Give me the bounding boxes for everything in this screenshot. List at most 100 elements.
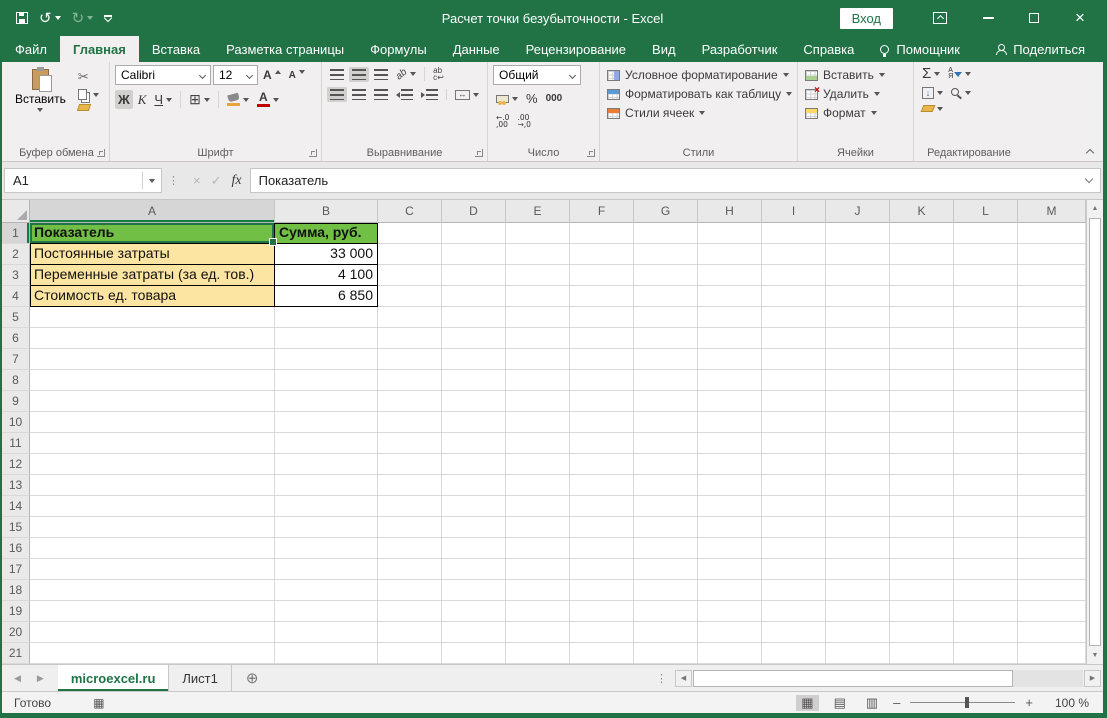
cell-J1[interactable]: [826, 223, 890, 244]
cell-I12[interactable]: [762, 454, 826, 475]
cell-B8[interactable]: [275, 370, 378, 391]
tab-bar-splitter[interactable]: ⋮: [656, 672, 667, 685]
clipboard-dialog-launcher[interactable]: [97, 149, 105, 157]
borders-button[interactable]: ⊞: [186, 89, 213, 110]
cell-B1[interactable]: Сумма, руб.: [275, 223, 378, 244]
macro-record-icon[interactable]: ▦: [93, 696, 104, 710]
cell-H2[interactable]: [698, 244, 762, 265]
cell-I4[interactable]: [762, 286, 826, 307]
cell-L4[interactable]: [954, 286, 1018, 307]
cell-E11[interactable]: [506, 433, 570, 454]
cell-B11[interactable]: [275, 433, 378, 454]
cell-H13[interactable]: [698, 475, 762, 496]
tab-formulas[interactable]: Формулы: [357, 36, 440, 62]
customize-qat-button[interactable]: [103, 13, 113, 22]
column-header-L[interactable]: L: [954, 200, 1018, 223]
row-header-4[interactable]: 4: [2, 286, 30, 307]
cell-F21[interactable]: [570, 643, 634, 664]
cell-J4[interactable]: [826, 286, 890, 307]
cell-A10[interactable]: [30, 412, 275, 433]
column-header-E[interactable]: E: [506, 200, 570, 223]
cell-A9[interactable]: [30, 391, 275, 412]
cell-M9[interactable]: [1018, 391, 1086, 412]
underline-button[interactable]: Ч: [151, 90, 175, 109]
font-name-combo[interactable]: Calibri: [115, 65, 211, 85]
cancel-entry-button[interactable]: ×: [193, 173, 201, 188]
cell-K15[interactable]: [890, 517, 954, 538]
cell-J18[interactable]: [826, 580, 890, 601]
formula-input[interactable]: Показатель: [249, 168, 1101, 193]
scroll-up-button[interactable]: ▲: [1087, 200, 1103, 217]
cell-E10[interactable]: [506, 412, 570, 433]
font-color-button[interactable]: А: [254, 91, 282, 109]
close-button[interactable]: ×: [1057, 0, 1103, 36]
zoom-level[interactable]: 100 %: [1043, 696, 1089, 710]
cell-D8[interactable]: [442, 370, 506, 391]
cell-J14[interactable]: [826, 496, 890, 517]
cell-G10[interactable]: [634, 412, 698, 433]
increase-font-button[interactable]: А: [260, 66, 284, 84]
format-painter-button[interactable]: [76, 104, 99, 111]
cell-G20[interactable]: [634, 622, 698, 643]
cell-A15[interactable]: [30, 517, 275, 538]
cell-A18[interactable]: [30, 580, 275, 601]
cell-M21[interactable]: [1018, 643, 1086, 664]
cell-C9[interactable]: [378, 391, 442, 412]
cell-D4[interactable]: [442, 286, 506, 307]
cell-B6[interactable]: [275, 328, 378, 349]
cell-F1[interactable]: [570, 223, 634, 244]
cell-I13[interactable]: [762, 475, 826, 496]
zoom-slider[interactable]: [910, 696, 1016, 708]
format-cells-button[interactable]: Формат: [803, 105, 908, 121]
cell-K4[interactable]: [890, 286, 954, 307]
cell-K14[interactable]: [890, 496, 954, 517]
scroll-down-button[interactable]: ▼: [1087, 647, 1103, 664]
row-header-13[interactable]: 13: [2, 475, 30, 496]
cell-M16[interactable]: [1018, 538, 1086, 559]
cell-G15[interactable]: [634, 517, 698, 538]
align-right-button[interactable]: [371, 87, 391, 102]
cell-M17[interactable]: [1018, 559, 1086, 580]
cell-E21[interactable]: [506, 643, 570, 664]
cell-M14[interactable]: [1018, 496, 1086, 517]
scroll-right-button[interactable]: ▶: [1084, 669, 1101, 687]
cell-G17[interactable]: [634, 559, 698, 580]
cell-F15[interactable]: [570, 517, 634, 538]
sign-in-button[interactable]: Вход: [839, 7, 893, 29]
select-all-button[interactable]: [2, 200, 30, 223]
tab-file[interactable]: Файл: [2, 36, 60, 62]
cell-I15[interactable]: [762, 517, 826, 538]
cell-B13[interactable]: [275, 475, 378, 496]
row-header-18[interactable]: 18: [2, 580, 30, 601]
cell-G19[interactable]: [634, 601, 698, 622]
cell-M3[interactable]: [1018, 265, 1086, 286]
cell-J6[interactable]: [826, 328, 890, 349]
cell-B10[interactable]: [275, 412, 378, 433]
cell-J13[interactable]: [826, 475, 890, 496]
decrease-decimal-button[interactable]: .00 →,0: [514, 112, 533, 130]
conditional-formatting-button[interactable]: Условное форматирование: [605, 67, 792, 83]
find-select-button[interactable]: [948, 86, 974, 101]
column-header-B[interactable]: B: [275, 200, 378, 223]
cell-C21[interactable]: [378, 643, 442, 664]
cell-H1[interactable]: [698, 223, 762, 244]
cell-D3[interactable]: [442, 265, 506, 286]
tab-page-layout[interactable]: Разметка страницы: [213, 36, 357, 62]
cell-C18[interactable]: [378, 580, 442, 601]
cell-J20[interactable]: [826, 622, 890, 643]
cell-F16[interactable]: [570, 538, 634, 559]
italic-button[interactable]: К: [135, 90, 150, 110]
column-header-G[interactable]: G: [634, 200, 698, 223]
cell-H20[interactable]: [698, 622, 762, 643]
cell-J19[interactable]: [826, 601, 890, 622]
decrease-font-button[interactable]: А: [286, 68, 308, 83]
ribbon-display-options-button[interactable]: [919, 0, 965, 36]
cell-C17[interactable]: [378, 559, 442, 580]
cell-F6[interactable]: [570, 328, 634, 349]
horizontal-scroll-thumb[interactable]: [693, 669, 1013, 687]
cell-F13[interactable]: [570, 475, 634, 496]
cell-C19[interactable]: [378, 601, 442, 622]
cell-K9[interactable]: [890, 391, 954, 412]
cell-K21[interactable]: [890, 643, 954, 664]
tab-home[interactable]: Главная: [59, 36, 139, 62]
